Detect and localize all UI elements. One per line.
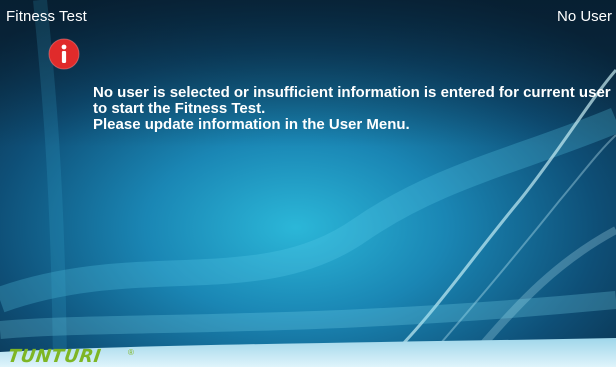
current-user-label: No User [556, 8, 612, 25]
alert-message: No user is selected or insufficient info… [93, 84, 611, 133]
brand-logo: TUNTURI [6, 346, 103, 367]
alert-line: No user is selected or insufficient info… [93, 84, 611, 101]
alert-line: to start the Fitness Test. [93, 100, 266, 117]
screen-title: Fitness Test [6, 8, 87, 25]
brand-registered-mark: ® [128, 348, 134, 357]
info-icon [48, 38, 80, 70]
background-graphic [0, 0, 616, 367]
fitness-test-screen: Fitness Test No User No user is selected… [0, 0, 616, 367]
alert-line: Please update information in the User Me… [93, 116, 410, 133]
